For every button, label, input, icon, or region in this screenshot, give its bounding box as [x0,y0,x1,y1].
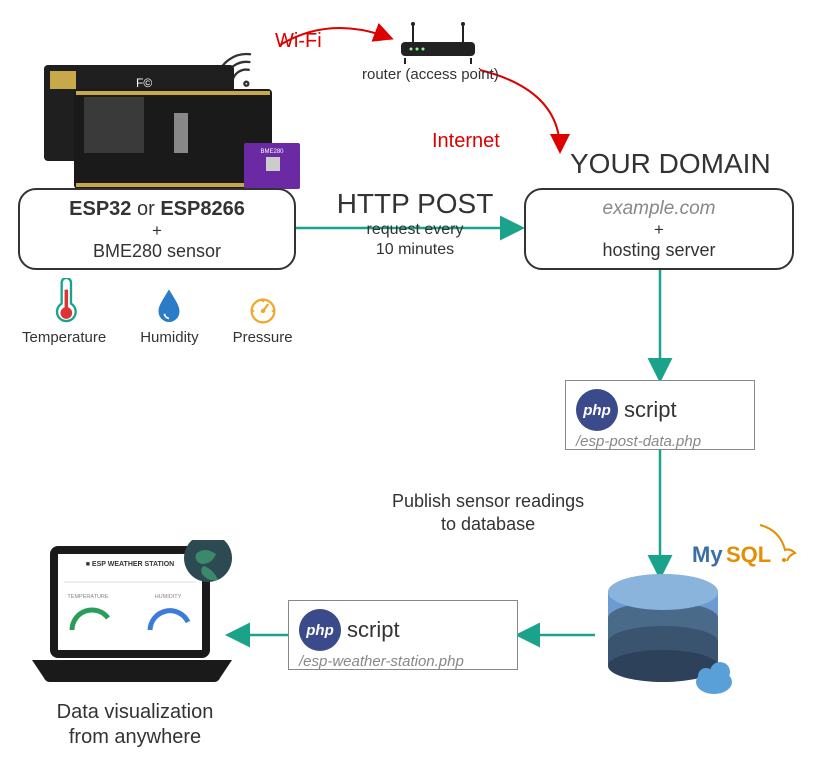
esp8266-text: ESP8266 [160,198,245,220]
php-box-1: php script /esp-post-data.php [565,380,755,450]
php-icon: php [576,389,618,431]
thermometer-icon [50,278,78,325]
http-post-block: HTTP POST request every 10 minutes [320,188,510,260]
router-icon [395,22,481,71]
droplet-icon [155,287,183,324]
svg-text:SQL: SQL [726,542,771,567]
domain-heading: YOUR DOMAIN [570,148,771,180]
example-domain: example.com [526,198,792,220]
plus-2: + [526,220,792,240]
php2-path: /esp-weather-station.php [299,653,507,670]
pressure-label: Pressure [233,329,293,346]
temperature-label: Temperature [22,329,106,346]
php1-path: /esp-post-data.php [576,433,744,450]
publish-label: Publish sensor readings to database [392,490,584,537]
svg-text:HUMIDITY: HUMIDITY [155,594,182,600]
http-post-label: HTTP POST [320,188,510,220]
svg-text:TEMPERATURE: TEMPERATURE [67,594,108,600]
device-box: ESP32 or ESP8266 + BME280 sensor [18,188,296,270]
http-sub-label: request every 10 minutes [320,220,510,260]
svg-text:■ ESP WEATHER STATION: ■ ESP WEATHER STATION [86,561,175,568]
php2-script: script [347,617,400,643]
humidity-label: Humidity [140,329,198,346]
php-box-2: php script /esp-weather-station.php [288,600,518,670]
esp-boards-graphic: BME280 F© [44,65,304,198]
sensor-row: Temperature Humidity Pressure [22,278,293,346]
viz-label: Data visualization from anywhere [40,700,230,750]
php1-script: script [624,397,677,423]
svg-text:My: My [692,542,723,567]
or-text: or [131,198,160,220]
database-icon [598,572,738,707]
domain-box: example.com + hosting server [524,188,794,270]
wifi-label: Wi-Fi [275,30,322,53]
php-icon-2: php [299,609,341,651]
esp32-text: ESP32 [69,198,131,220]
hosting-server: hosting server [526,240,792,261]
mysql-logo: My SQL [690,520,800,575]
bme280-label: BME280 sensor [20,241,294,262]
bme280-chip-label: BME280 [260,149,284,155]
internet-label: Internet [432,130,500,153]
plus-1: + [20,221,294,241]
router-label: router (access point) [362,66,499,83]
gauge-icon [249,297,277,325]
svg-text:F©: F© [136,76,152,90]
laptop-graphic: ■ ESP WEATHER STATION TEMPERATURE HUMIDI… [28,540,238,705]
